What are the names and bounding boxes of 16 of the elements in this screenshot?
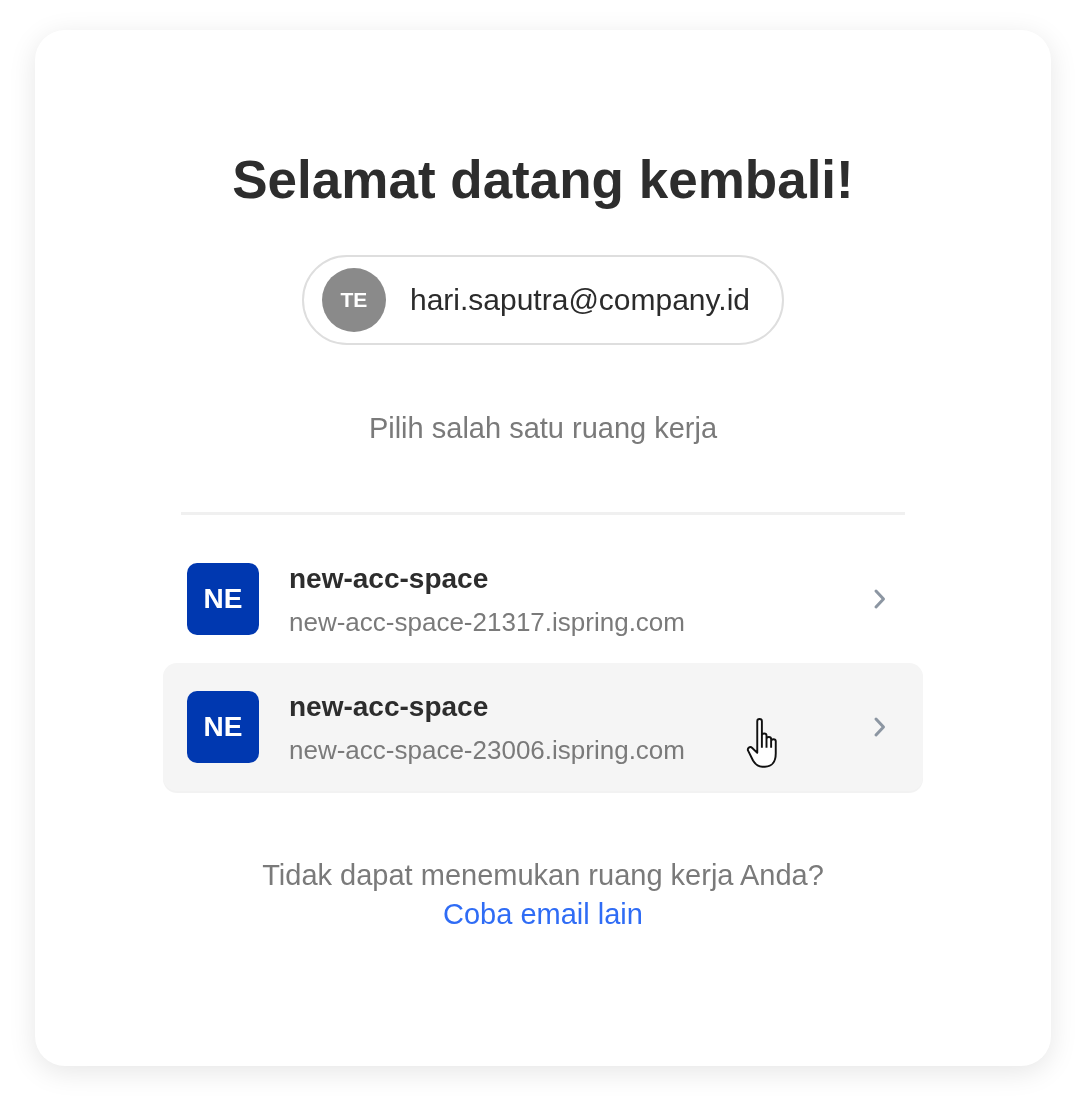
workspace-avatar: NE [187, 691, 259, 763]
footer-question: Tidak dapat menemukan ruang kerja Anda? [262, 858, 824, 893]
account-email: hari.saputra@company.id [409, 282, 751, 318]
workspace-item[interactable]: NE new-acc-space new-acc-space-23006.ispring.com [163, 663, 923, 791]
chevron-right-icon [873, 716, 887, 738]
workspace-name: new-acc-space [289, 561, 489, 596]
workspace-avatar: NE [187, 563, 259, 635]
workspace-prompt: Pilih salah satu ruang kerja [368, 411, 718, 446]
workspace-name: new-acc-space [289, 689, 489, 724]
workspace-url: new-acc-space-21317.ispring.com [289, 606, 685, 637]
account-chip[interactable]: TE hari.saputra@company.id [301, 255, 785, 345]
account-avatar: TE [321, 268, 386, 332]
chevron-right-icon [873, 588, 887, 610]
try-another-email-link[interactable]: Coba email lain [443, 896, 643, 932]
page-heading: Selamat datang kembali! [232, 150, 854, 210]
workspace-url: new-acc-space-23006.ispring.com [289, 734, 685, 765]
